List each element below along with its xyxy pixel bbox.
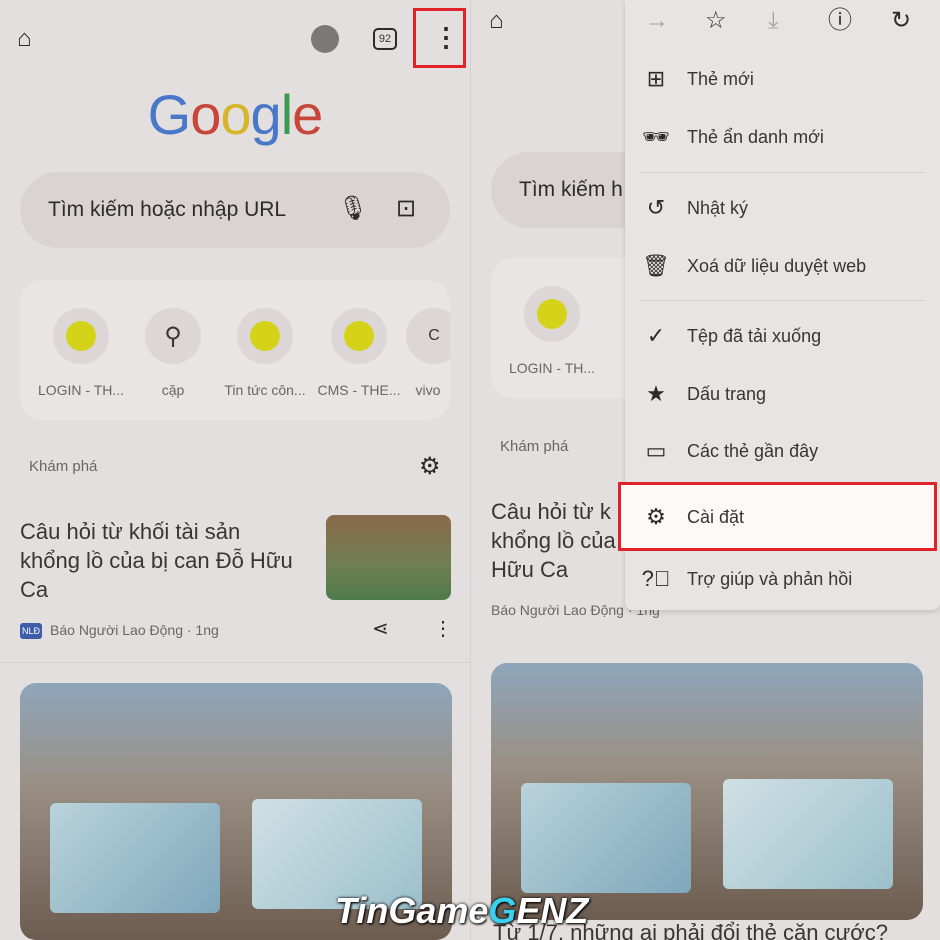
highlight-box [618, 482, 937, 551]
shortcut-tile[interactable]: CMS - THE... [314, 308, 404, 398]
shortcut-label: LOGIN - TH... [37, 382, 125, 398]
article-title[interactable]: Câu hỏi từ k khổng lồ của Hữu Ca [491, 497, 631, 584]
menu-item-downloads[interactable]: ✓ Tệp đã tải xuống [625, 307, 940, 365]
left-panel: ⌂ 92 ⋮ Google Tìm kiếm hoặc nhập URL 🎙 ⊡… [0, 0, 470, 940]
menu-item-new-tab[interactable]: ⊞ Thẻ mới [625, 50, 940, 108]
discover-heading: Khám phá [500, 438, 569, 455]
trash-icon: 🗑 [642, 253, 670, 278]
shortcut-tile[interactable]: LOGIN - TH... [36, 308, 126, 398]
id-card-image [723, 779, 893, 889]
shortcut-label: CMS - THE... [317, 382, 401, 398]
shortcut-label: Tin tức côn... [224, 382, 306, 398]
menu-item-label: Dấu trang [687, 383, 767, 404]
download-icon[interactable]: ⤓ [768, 9, 779, 33]
bookmark-star-icon: ★ [646, 381, 666, 406]
site-icon [537, 299, 567, 329]
shortcut-tile[interactable]: Cvivo [406, 308, 450, 398]
search-input[interactable]: Tìm kiếm hoặc nhập URL 🎙 ⊡ [20, 172, 450, 248]
watermark-logo: TinGameGENZ [335, 890, 589, 931]
gear-icon[interactable]: ⚙ [419, 455, 441, 479]
lens-camera-icon[interactable]: ⊡ [396, 197, 416, 221]
search-placeholder: Tìm kiếm hoặc nhập URL [48, 198, 287, 221]
history-icon: ↺ [646, 195, 666, 220]
site-icon [66, 321, 96, 351]
discover-heading: Khám phá [29, 458, 98, 475]
shortcut-label: cặp [161, 382, 185, 398]
article-title[interactable]: Câu hỏi từ khối tài sản khổng lồ của bị … [20, 517, 300, 604]
menu-item-incognito[interactable]: 🕶 Thẻ ẩn danh mới [625, 108, 940, 166]
downloads-icon: ✓ [646, 323, 666, 348]
more-icon[interactable]: ⋮ [433, 619, 453, 639]
shortcut-tile[interactable]: ⚲ cặp [128, 308, 218, 398]
bookmark-icon[interactable]: ☆ [705, 9, 727, 33]
shortcut-label: LOGIN - TH... [508, 360, 596, 376]
menu-item-label: Trợ giúp và phản hồi [687, 568, 853, 589]
shortcut-tile[interactable]: Tin tức côn... [220, 308, 310, 398]
avatar[interactable] [311, 25, 339, 53]
shortcuts-panel: LOGIN - TH... ⚲ cặp Tin tức côn... CMS - … [20, 280, 450, 420]
source-text: Báo Người Lao Động · 1ng [50, 622, 219, 638]
microphone-icon[interactable]: 🎙 [338, 197, 368, 221]
menu-item-history[interactable]: ↺ Nhật ký [625, 179, 940, 237]
menu-item-label: Nhật ký [687, 197, 749, 218]
id-card-image [521, 783, 691, 893]
menu-item-help[interactable]: ?⃝ Trợ giúp và phản hồi [625, 550, 940, 608]
id-card-image [50, 803, 220, 913]
help-icon: ?⃝ [641, 566, 671, 591]
tab-switcher-button[interactable]: 92 [373, 28, 397, 50]
menu-item-label: Thẻ ẩn danh mới [687, 126, 824, 147]
info-icon[interactable]: ⓘ [828, 9, 852, 33]
menu-item-label: Tệp đã tải xuống [687, 325, 822, 346]
article-thumbnail[interactable] [326, 515, 451, 600]
incognito-icon: 🕶 [642, 124, 670, 149]
highlight-box [413, 8, 466, 68]
shortcut-tile[interactable]: LOGIN - TH... [507, 286, 597, 376]
divider [0, 662, 470, 663]
source-badge: NLĐ [20, 623, 43, 640]
google-logo: Google [147, 83, 324, 146]
menu-item-bookmarks[interactable]: ★ Dấu trang [625, 365, 940, 423]
site-icon [344, 321, 374, 351]
site-icon [250, 321, 280, 351]
forward-icon[interactable]: → [645, 9, 669, 33]
home-icon[interactable]: ⌂ [489, 9, 504, 33]
share-icon[interactable]: ⋖ [372, 619, 389, 639]
refresh-icon[interactable]: ↻ [891, 9, 911, 33]
menu-item-recent-tabs[interactable]: ▭ Các thẻ gần đây [625, 422, 940, 480]
menu-item-clear-data[interactable]: 🗑 Xoá dữ liệu duyệt web [625, 237, 940, 295]
shortcut-label: vivo [415, 382, 441, 398]
home-icon[interactable]: ⌂ [17, 27, 32, 51]
divider [640, 300, 925, 301]
new-tab-icon: ⊞ [646, 66, 666, 91]
article-source: NLĐ Báo Người Lao Động · 1ng [20, 622, 219, 640]
site-icon: C [406, 308, 450, 364]
menu-item-label: Thẻ mới [687, 68, 754, 89]
article-image[interactable] [491, 663, 923, 920]
search-placeholder: Tìm kiếm h [519, 178, 623, 201]
search-icon: ⚲ [145, 308, 201, 364]
recent-tabs-icon: ▭ [645, 438, 667, 463]
menu-item-label: Các thẻ gần đây [687, 440, 819, 461]
menu-item-label: Xoá dữ liệu duyệt web [687, 255, 867, 276]
divider [640, 172, 925, 173]
